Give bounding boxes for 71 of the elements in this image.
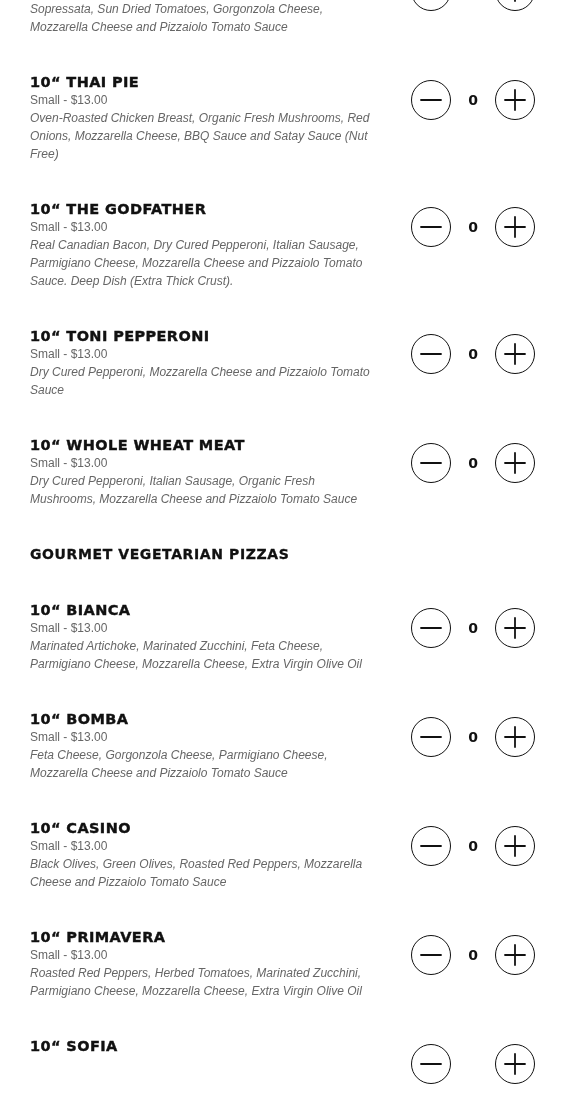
item-name: 10“ SOFIA xyxy=(30,1037,118,1055)
quantity: 0 xyxy=(467,836,479,856)
minus-icon xyxy=(420,353,442,355)
item-name: 10“ BOMBA xyxy=(30,710,130,728)
plus-icon xyxy=(504,343,526,365)
quantity: 0 xyxy=(467,217,479,237)
minus-button[interactable] xyxy=(411,207,451,247)
plus-icon xyxy=(504,617,526,639)
item-price: Small - $13.00 xyxy=(30,838,109,855)
item-name: 10“ CASINO xyxy=(30,819,132,837)
quantity: 0 xyxy=(467,945,479,965)
item-name: 10“ BIANCA xyxy=(30,601,132,619)
quantity: 0 xyxy=(467,727,479,747)
plus-button[interactable] xyxy=(495,826,535,866)
minus-button[interactable] xyxy=(411,608,451,648)
item-price: Small - $13.00 xyxy=(30,729,109,746)
plus-icon xyxy=(504,452,526,474)
plus-icon xyxy=(504,944,526,966)
minus-button[interactable] xyxy=(411,80,451,120)
minus-icon xyxy=(420,736,442,738)
quantity: 0 xyxy=(467,453,479,473)
item-name: 10“ TONI PEPPERONI xyxy=(30,327,211,345)
plus-icon xyxy=(504,835,526,857)
item-price: Small - $13.00 xyxy=(30,219,109,236)
quantity: 0 xyxy=(467,344,479,364)
item-name: 10“ THE GODFATHER xyxy=(30,200,208,218)
section-heading: GOURMET VEGETARIAN PIZZAS xyxy=(30,545,291,563)
minus-button[interactable] xyxy=(411,443,451,483)
item-description: Feta Cheese, Gorgonzola Cheese, Parmigiano Cheese, Mozzarella Cheese and Pizzaiolo Tomato Sauce xyxy=(30,747,329,782)
plus-icon xyxy=(504,216,526,238)
minus-button[interactable] xyxy=(411,935,451,975)
item-description: Black Olives, Green Olives, Roasted Red Peppers, Mozzarella Cheese and Pizzaiolo Tomato Sauce xyxy=(30,856,364,891)
minus-icon xyxy=(420,954,442,956)
minus-button[interactable] xyxy=(411,334,451,374)
item-description: Real Canadian Bacon, Dry Cured Pepperoni, Italian Sausage, Parmigiano Cheese, Mozzarella Cheese and Pizzaiolo Tomato Sauce. Deep Dish (Extra Thick Crust). xyxy=(30,237,364,290)
plus-button[interactable] xyxy=(495,935,535,975)
item-description: Sopressata, Sun Dried Tomatoes, Gorgonzola Cheese, Mozzarella Cheese and Pizzaiolo Tomato Sauce xyxy=(30,1,325,36)
item-name: 10“ PRIMAVERA xyxy=(30,928,167,946)
item-description: Oven-Roasted Chicken Breast, Organic Fresh Mushrooms, Red Onions, Mozzarella Cheese, BBQ Sauce and Satay Sauce (Nut Free) xyxy=(30,110,371,163)
minus-icon xyxy=(420,462,442,464)
plus-button[interactable] xyxy=(495,207,535,247)
minus-button[interactable] xyxy=(411,1044,451,1084)
minus-icon xyxy=(420,627,442,629)
plus-icon xyxy=(504,726,526,748)
item-price: Small - $13.00 xyxy=(30,947,109,964)
item-name: 10“ THAI PIE xyxy=(30,73,141,91)
plus-icon xyxy=(504,89,526,111)
plus-icon xyxy=(504,1053,526,1075)
item-price: Small - $13.00 xyxy=(30,455,109,472)
minus-button[interactable] xyxy=(411,826,451,866)
plus-button[interactable] xyxy=(495,1044,535,1084)
item-price: Small - $13.00 xyxy=(30,620,109,637)
minus-icon xyxy=(420,1063,442,1065)
item-description: Roasted Red Peppers, Herbed Tomatoes, Marinated Zucchini, Parmigiano Cheese, Mozzarella Cheese, Extra Virgin Olive Oil xyxy=(30,965,363,1000)
minus-icon xyxy=(420,226,442,228)
quantity: 0 xyxy=(467,90,479,110)
plus-button[interactable] xyxy=(495,80,535,120)
plus-button[interactable] xyxy=(495,717,535,757)
item-description: Marinated Artichoke, Marinated Zucchini, Feta Cheese, Parmigiano Cheese, Mozzarella Cheese, Extra Virgin Olive Oil xyxy=(30,638,363,673)
plus-button[interactable] xyxy=(495,608,535,648)
minus-icon xyxy=(420,99,442,101)
minus-button[interactable] xyxy=(411,717,451,757)
item-price: Small - $13.00 xyxy=(30,346,109,363)
quantity: 0 xyxy=(467,618,479,638)
minus-icon xyxy=(420,845,442,847)
plus-button[interactable] xyxy=(495,334,535,374)
item-description: Dry Cured Pepperoni, Mozzarella Cheese and Pizzaiolo Tomato Sauce xyxy=(30,364,371,399)
item-price: Small - $13.00 xyxy=(30,92,109,109)
plus-button[interactable] xyxy=(495,443,535,483)
item-description: Dry Cured Pepperoni, Italian Sausage, Organic Fresh Mushrooms, Mozzarella Cheese and Pizzaiolo Tomato Sauce xyxy=(30,473,359,508)
item-name: 10“ WHOLE WHEAT MEAT xyxy=(30,436,246,454)
